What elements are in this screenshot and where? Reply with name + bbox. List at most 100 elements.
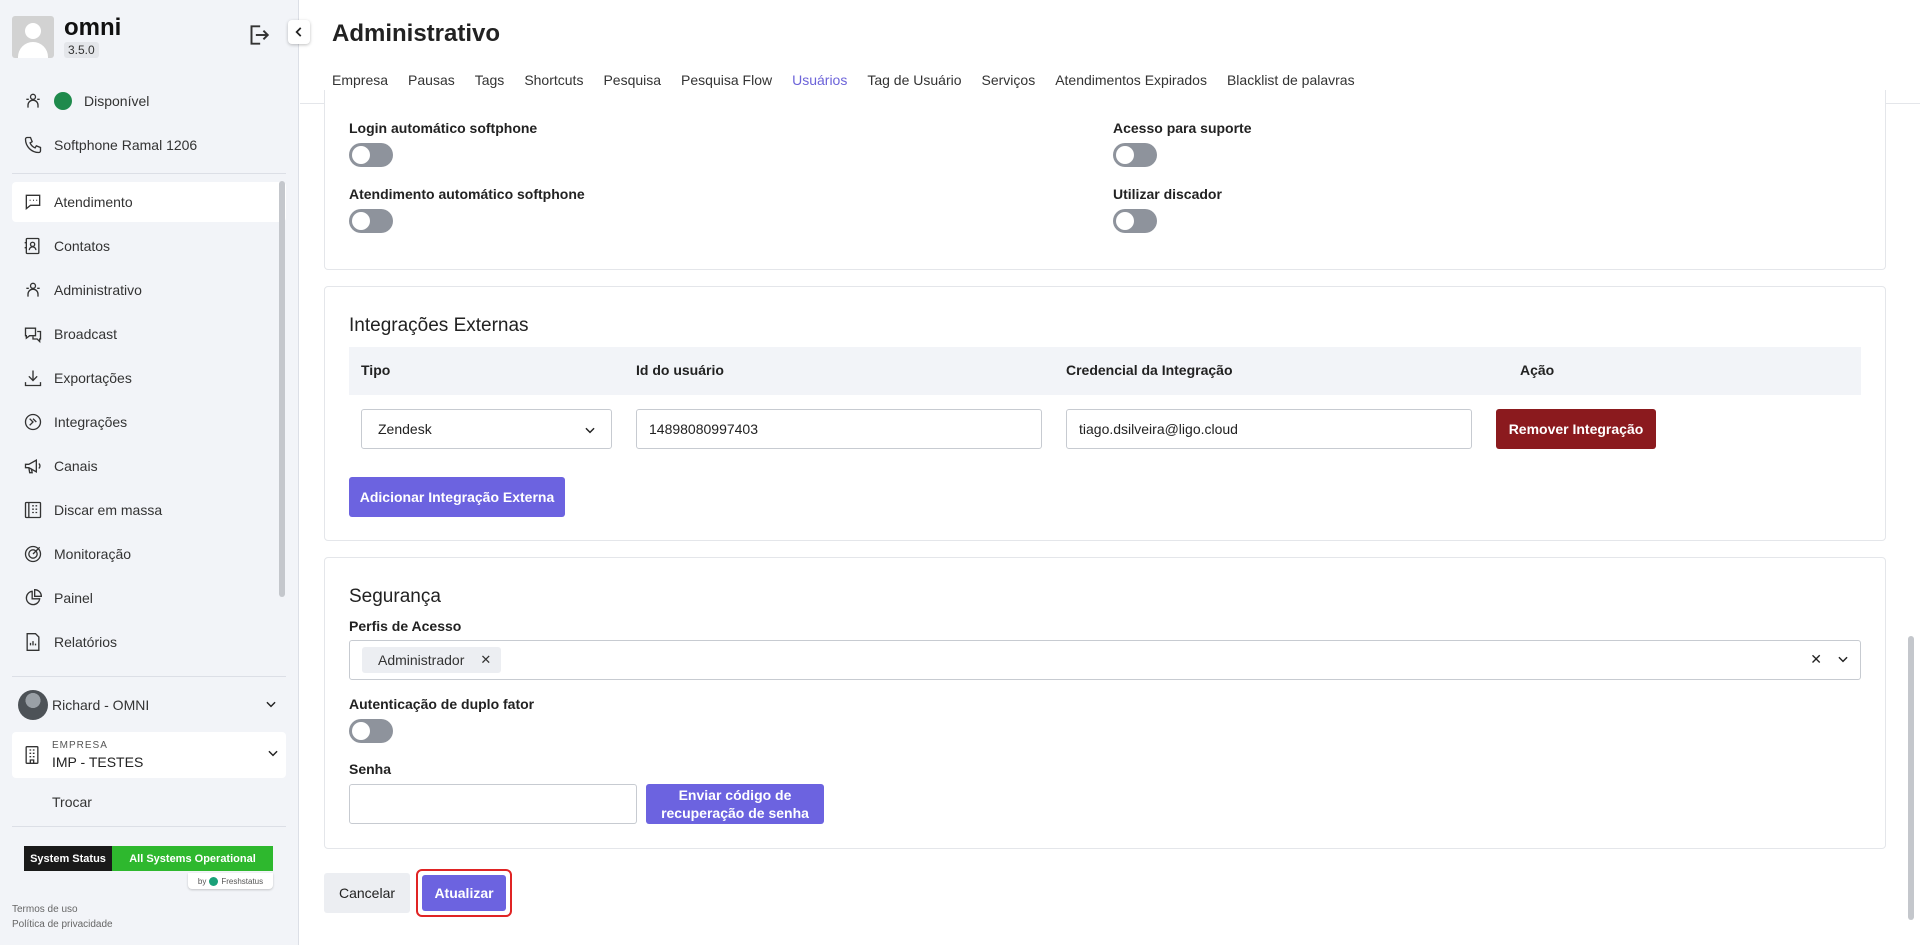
sidebar-item-label: Canais [54, 458, 98, 474]
company-selector[interactable]: EMPRESA IMP - TESTES [12, 732, 286, 778]
update-button[interactable]: Atualizar [422, 875, 506, 911]
user-id-input[interactable]: 14898080997403 [636, 409, 1042, 449]
sidebar-item-painel[interactable]: Painel [12, 578, 286, 618]
sidebar-item-label: Painel [54, 590, 93, 606]
system-status-badge[interactable]: System Status All Systems Operational [24, 846, 273, 871]
terms-link[interactable]: Termos de uso [12, 904, 78, 915]
logout-icon[interactable] [245, 22, 271, 48]
softphone-label: Softphone Ramal 1206 [54, 137, 198, 153]
integrations-title: Integrações Externas [349, 315, 529, 336]
contacts-icon [22, 235, 44, 257]
access-profiles-select[interactable]: Administrador ✕ ✕ [349, 640, 1861, 680]
profile-chip-label: Administrador [378, 652, 465, 668]
add-integration-button[interactable]: Adicionar Integração Externa [349, 477, 565, 517]
password-label: Senha [349, 761, 392, 777]
app-version: 3.5.0 [64, 42, 99, 58]
privacy-link[interactable]: Política de privacidade [12, 919, 113, 930]
user-name: Richard - OMNI [52, 697, 150, 713]
company-label: EMPRESA [52, 740, 108, 751]
sidebar-item-label: Monitoração [54, 546, 132, 562]
collapse-sidebar-button[interactable] [288, 20, 310, 44]
security-card: Segurança Perfis de Acesso Administrador… [324, 557, 1886, 849]
sidebar-item-label: Integrações [54, 414, 128, 430]
password-input[interactable] [349, 784, 637, 824]
sidebar-item-label: Atendimento [54, 194, 133, 210]
sidebar-item-label: Contatos [54, 238, 111, 254]
atendimento-auto-label: Atendimento automático softphone [349, 186, 585, 202]
sidebar-item-broadcast[interactable]: Broadcast [12, 314, 286, 354]
credential-input[interactable]: tiago.dsilveira@ligo.cloud [1066, 409, 1472, 449]
remove-integration-button[interactable]: Remover Integração [1496, 409, 1656, 449]
chat-icon [22, 191, 44, 213]
remove-chip-icon[interactable]: ✕ [480, 652, 491, 668]
header-credencial: Credencial da Integração [1066, 362, 1233, 378]
sidebar-item-exportacoes[interactable]: Exportações [12, 358, 286, 398]
sidebar-item-label: Discar em massa [54, 502, 163, 518]
chevron-down-icon [583, 423, 597, 440]
softphone-item[interactable]: Softphone Ramal 1206 [12, 125, 286, 165]
profiles-label: Perfis de Acesso [349, 618, 462, 634]
twofa-toggle[interactable] [349, 719, 393, 743]
login-auto-toggle[interactable] [349, 143, 393, 167]
sidebar-item-label: Broadcast [54, 326, 118, 342]
company-name: IMP - TESTES [52, 754, 144, 770]
status-label: Disponível [84, 93, 150, 109]
download-icon [22, 367, 44, 389]
sidebar-item-canais[interactable]: Canais [12, 446, 286, 486]
sidebar-item-label: Relatórios [54, 634, 118, 650]
sidebar-scrollbar[interactable] [279, 181, 285, 597]
target-icon [22, 543, 44, 565]
discador-label: Utilizar discador [1113, 186, 1222, 202]
provider-label: Freshstatus [221, 876, 264, 886]
cancel-button[interactable]: Cancelar [324, 873, 410, 913]
chevron-down-icon[interactable] [1836, 652, 1850, 669]
sidebar: omni 3.5.0 Disponível Softphone Ramal 12… [0, 0, 299, 945]
header-id: Id do usuário [636, 362, 724, 378]
sidebar-item-monitoracao[interactable]: Monitoração [12, 534, 286, 574]
atendimento-auto-toggle[interactable] [349, 209, 393, 233]
acesso-suporte-label: Acesso para suporte [1113, 120, 1252, 136]
freshstatus-logo-icon [209, 876, 219, 886]
sidebar-item-discar-em-massa[interactable]: Discar em massa [12, 490, 286, 530]
sidebar-item-relatorios[interactable]: Relatórios [12, 622, 286, 662]
report-icon [22, 631, 44, 653]
phone-icon [22, 134, 44, 156]
dialer-icon [22, 499, 44, 521]
main-content: Administrativo Empresa Pausas Tags Short… [300, 0, 1920, 945]
sidebar-item-integracoes[interactable]: Integrações [12, 402, 286, 442]
megaphone-icon [22, 455, 44, 477]
integration-type-select[interactable]: Zendesk [361, 409, 612, 449]
freshstatus-attribution[interactable]: by Freshstatus [188, 873, 273, 889]
broadcast-icon [22, 323, 44, 345]
security-title: Segurança [349, 586, 441, 607]
login-auto-label: Login automático softphone [349, 120, 538, 136]
avatar[interactable] [12, 16, 54, 58]
profile-chip: Administrador ✕ [362, 647, 502, 673]
main-scrollbar[interactable] [1908, 636, 1914, 920]
sidebar-item-administrativo[interactable]: Administrativo [12, 270, 286, 310]
acesso-suporte-toggle[interactable] [1113, 143, 1157, 167]
building-icon [22, 744, 42, 769]
page-title: Administrativo [332, 20, 501, 47]
integrations-card: Integrações Externas Tipo Id do usuário … [324, 286, 1886, 541]
sidebar-item-contatos[interactable]: Contatos [12, 226, 286, 266]
softphone-settings-card: Login automático softphone Atendimento a… [324, 90, 1886, 270]
app-name: omni [64, 14, 122, 41]
integrations-icon [22, 411, 44, 433]
system-status-value: All Systems Operational [112, 846, 273, 871]
switch-company-link[interactable]: Trocar [52, 794, 92, 810]
user-menu[interactable]: Richard - OMNI [12, 686, 286, 724]
chevron-down-icon [266, 746, 280, 763]
user-avatar [18, 690, 48, 720]
status-dot [54, 92, 72, 110]
clear-icon[interactable]: ✕ [1810, 651, 1822, 668]
sidebar-item-atendimento[interactable]: Atendimento [12, 182, 286, 222]
discador-toggle[interactable] [1113, 209, 1157, 233]
sidebar-item-label: Exportações [54, 370, 132, 386]
by-label: by [197, 876, 207, 886]
sidebar-item-label: Administrativo [54, 282, 142, 298]
system-status-label: System Status [24, 846, 112, 871]
header-acao: Ação [1520, 362, 1555, 378]
send-recovery-code-button[interactable]: Enviar código de recuperação de senha [646, 784, 824, 824]
status-selector[interactable]: Disponível [12, 81, 286, 121]
